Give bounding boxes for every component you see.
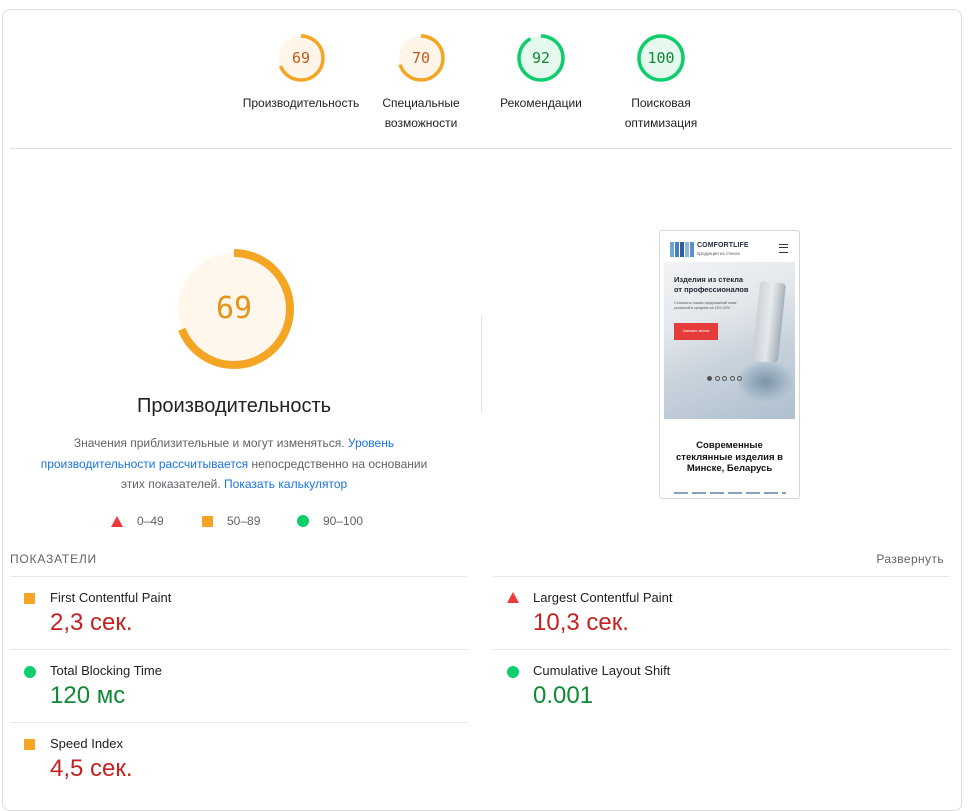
carousel-dots [707,376,745,381]
gauge-accessibility[interactable]: 70 [396,33,446,83]
performance-score-gauge: 69 [172,247,296,371]
metric-speed-index: Speed Index 4,5 сек. [10,724,450,796]
triangle-icon [111,515,123,527]
gauge-label-performance: Производительность [242,96,360,110]
gauge-score: 69 [291,49,311,67]
divider [10,576,468,577]
divider [10,148,952,149]
gauge-score: 70 [411,49,431,67]
circle-icon [507,666,519,678]
metric-value: 4,5 сек. [50,755,133,782]
metric-value: 2,3 сек. [50,609,133,636]
legend-good: 90–100 [297,512,363,530]
gauge-performance[interactable]: 69 [276,33,326,83]
metric-value: 120 мс [50,682,126,709]
description-text: Значения приблизительные и могут изменят… [73,436,348,450]
legend-poor: 0–49 [111,512,164,530]
square-icon [24,739,35,750]
divider [493,649,950,650]
page-screenshot[interactable]: COMFORTLIFE продукция из стекла Изделия … [659,230,800,499]
metric-cls: Cumulative Layout Shift 0.001 [493,651,933,723]
metric-lcp: Largest Contentful Paint 10,3 сек. [493,578,933,650]
performance-title: Производительность [136,395,332,417]
legend-range: 50–89 [227,514,261,528]
hero-title-line: от профессионалов [674,284,749,294]
site-heading-line: Минске, Беларусь [686,463,773,474]
square-icon [202,515,213,527]
square-icon [24,593,35,604]
legend-average: 50–89 [202,512,260,530]
gauge-score: 92 [531,49,551,67]
hero-button: Заказать звонок [674,323,718,340]
hero-text: Стоимость наших предложений ниже рыночно… [674,301,737,310]
site-brand-subtitle: продукция из стекла [697,251,740,256]
gauge-label-accessibility: Специальные возможности [382,96,460,130]
gauge-best-practices[interactable]: 92 [516,33,566,83]
circle-icon [297,515,309,527]
metric-label: Cumulative Layout Shift [533,663,671,678]
metric-value: 10,3 сек. [533,609,629,636]
calculator-link[interactable]: Показать калькулятор [224,477,347,491]
divider [493,576,950,577]
metric-fcp: First Contentful Paint 2,3 сек. [10,578,450,650]
footer-links [674,492,786,494]
metric-label: First Contentful Paint [50,590,172,605]
gauge-label-seo: Поисковая оптимизация [624,96,698,130]
performance-score: 69 [215,291,253,326]
hero-title-line: Изделия из стекла [674,275,744,284]
metrics-title: ПОКАЗАТЕЛИ [10,552,97,566]
logo-icon [670,242,695,257]
triangle-icon [507,592,519,603]
gauge-seo[interactable]: 100 [636,33,686,83]
site-heading-line: стеклянные изделия в [676,451,783,463]
legend-range: 0–49 [137,514,164,528]
hamburger-menu-icon [779,244,788,253]
metric-value: 0.001 [533,682,594,709]
legend-range: 90–100 [323,514,364,528]
site-heading-line: Современные [696,440,763,451]
gauge-label-best-practices: Рекомендации [500,96,582,110]
site-brand: COMFORTLIFE [697,242,749,249]
hero-title: Изделия из стекла от профессионалов [674,275,748,294]
performance-description: Значения приблизительные и могут изменят… [34,433,434,495]
circle-icon [24,666,36,678]
metric-tbt: Total Blocking Time 120 мс [10,651,450,723]
metric-label: Speed Index [50,736,124,751]
glass-decoration [738,362,793,402]
divider [10,722,468,723]
divider [10,649,468,650]
expand-button[interactable]: Развернуть [860,552,944,566]
site-heading: Современные стеклянные изделия в Минске,… [664,440,795,475]
glass-decoration [751,280,787,364]
metric-label: Total Blocking Time [50,663,162,678]
divider [481,316,482,412]
metric-label: Largest Contentful Paint [533,590,673,605]
gauge-score: 100 [647,49,675,67]
